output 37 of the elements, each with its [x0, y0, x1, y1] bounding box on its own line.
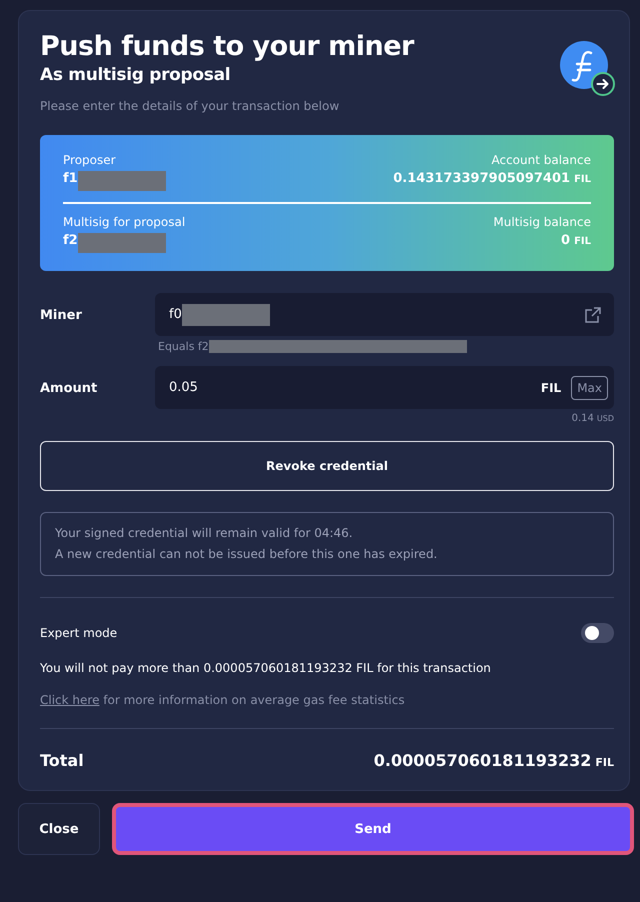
coin-transfer-icon [560, 41, 616, 97]
max-button[interactable]: Max [571, 376, 608, 400]
usd-value: 0.14 [572, 413, 594, 424]
gas-info-text: Click here for more information on average gas fee statistics [40, 693, 406, 707]
total-value: 0.000057060181193232 [374, 751, 592, 770]
unit-text: FIL [574, 236, 591, 247]
balance-label: Account balance [491, 153, 591, 167]
external-link-icon[interactable] [584, 306, 602, 324]
fee-note: You will not pay more than 0.000057060181193232 FIL for this transaction [40, 661, 492, 675]
click-here-link[interactable]: Click here [40, 693, 100, 707]
field-label: Amount [40, 380, 98, 398]
close-button[interactable]: Close [18, 803, 100, 855]
notice-text: Your signed credential will remain valid for 04:46. [55, 525, 354, 542]
field-label: Miner [40, 307, 83, 325]
address-text: f1 [63, 171, 78, 186]
notice-text: A new credential can not be issued before this one has expired. [55, 546, 438, 563]
equals-address-text: Equals f2 [158, 340, 209, 353]
expert-mode-toggle[interactable] [581, 623, 614, 643]
revoke-credential-button[interactable]: Revoke credential [40, 441, 614, 491]
unit-text: USD [596, 414, 614, 423]
unit-text: FIL [540, 380, 562, 394]
unit-text: FIL [595, 756, 614, 769]
total-label: Total [40, 751, 84, 770]
amount-field[interactable]: 0.05 FIL Max [155, 366, 614, 409]
balance-value: 0.143173397905097401 [393, 171, 570, 186]
account-label: Multisig for proposal [63, 215, 186, 229]
send-button[interactable]: Send [112, 803, 634, 855]
miner-field[interactable]: f0 [155, 293, 614, 336]
instruction-text: Please enter the details of your transaction below [40, 99, 340, 113]
account-label: Proposer [63, 153, 117, 167]
dialog-subtitle: As multisig proposal [40, 64, 232, 87]
address-text: f2 [63, 233, 78, 248]
unit-text: FIL [574, 174, 591, 185]
balance-label: Multisig balance [493, 215, 591, 229]
expert-mode-label: Expert mode [40, 626, 118, 640]
balance-value: 0 [561, 233, 570, 248]
dialog-title: Push funds to your miner [40, 31, 414, 63]
